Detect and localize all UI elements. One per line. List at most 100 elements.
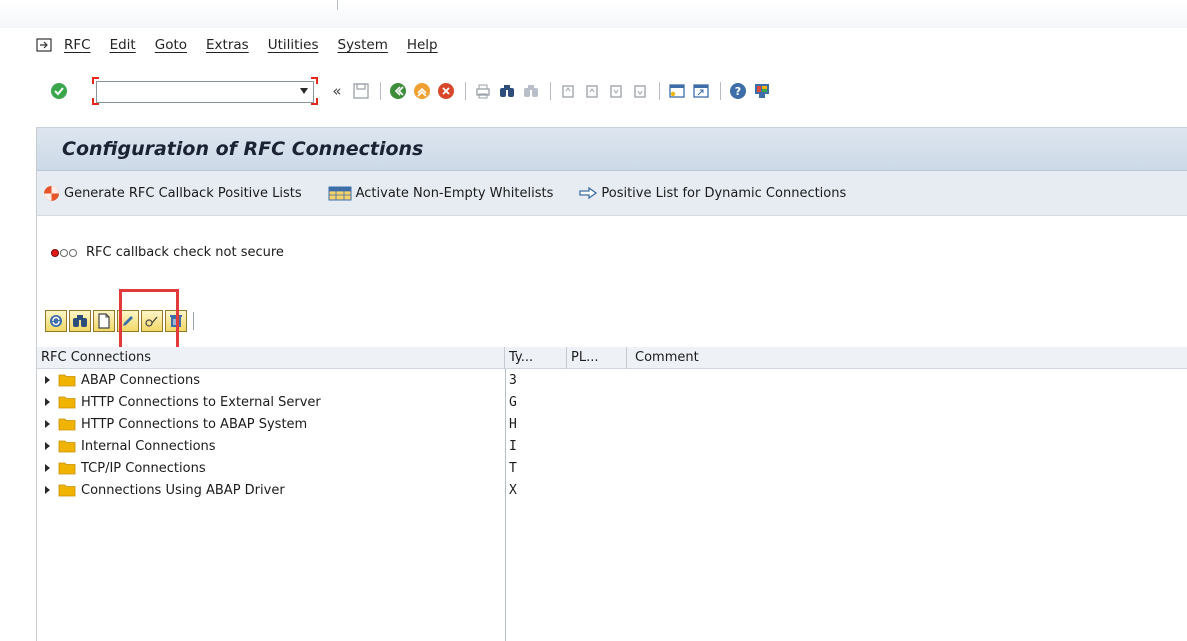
create-button[interactable] [93,310,115,332]
window-top-strip [0,0,1187,28]
find-icon[interactable] [496,80,518,102]
toolbar-separator [380,82,381,100]
toolbar-separator [550,82,551,100]
connection-type: T [509,460,517,476]
activate-whitelists-label: Activate Non-Empty Whitelists [355,185,554,201]
back-icon[interactable] [387,80,409,102]
connection-type: G [509,394,517,410]
tree-row[interactable]: ABAP Connections 3 [37,369,1187,391]
edit-button[interactable] [117,310,139,332]
generate-callback-lists-label: Generate RFC Callback Positive Lists [64,185,302,201]
generate-callback-lists-button[interactable]: Generate RFC Callback Positive Lists [43,185,302,202]
menu-bar: RFC Edit Goto Extras Utilities System He… [0,28,1187,62]
find-button[interactable] [69,310,91,332]
tree-row[interactable]: Internal Connections I [37,435,1187,457]
tree-node[interactable]: HTTP Connections to ABAP System [37,417,505,432]
tree-row[interactable]: HTTP Connections to ABAP System H [37,413,1187,435]
tree-node-label: TCP/IP Connections [81,460,206,476]
print-icon[interactable] [472,80,494,102]
tree-node[interactable]: ABAP Connections [37,373,505,388]
connection-type: H [509,416,517,432]
command-field-wrapper [92,77,318,105]
expand-caret-icon[interactable] [45,420,50,428]
generate-icon [43,185,60,202]
system-toolbar: « ? [0,72,1187,110]
title-bar: Configuration of RFC Connections [37,127,1187,171]
next-page-icon[interactable] [605,80,627,102]
arrow-right-icon [579,186,598,200]
menu-utilities[interactable]: Utilities [268,37,319,53]
menu-expand-icon[interactable] [36,38,52,52]
status-text: RFC callback check not secure [86,245,284,260]
folder-icon [58,417,76,431]
toolbar-separator [193,312,194,330]
tree-node[interactable]: HTTP Connections to External Server [37,395,505,410]
application-toolbar: Generate RFC Callback Positive Lists Act… [37,171,1187,216]
menu-edit[interactable]: Edit [110,37,136,53]
column-header-pl[interactable]: PL... [567,346,627,369]
collapse-toolbar-icon[interactable]: « [326,80,348,102]
column-header-type[interactable]: Ty... [505,346,567,369]
tree-node-label: Connections Using ABAP Driver [81,482,285,498]
expand-caret-icon[interactable] [45,398,50,406]
refresh-icon [50,315,62,327]
expand-caret-icon[interactable] [45,442,50,450]
tree-toolbar [45,310,194,332]
menu-extras[interactable]: Extras [206,37,249,53]
binoculars-icon [73,315,87,327]
column-header-rfc-connections[interactable]: RFC Connections [37,346,505,369]
security-status: RFC callback check not secure [51,245,284,260]
red-light [51,248,59,257]
save-icon[interactable] [350,80,372,102]
tree-row[interactable]: Connections Using ABAP Driver X [37,479,1187,501]
new-session-icon[interactable] [666,80,688,102]
exit-icon[interactable] [411,80,433,102]
previous-page-icon[interactable] [581,80,603,102]
tree-body: ABAP Connections 3 HTTP Connections to E… [37,369,1187,641]
activate-icon [328,185,352,202]
shortcut-icon[interactable] [690,80,712,102]
tree-node[interactable]: TCP/IP Connections [37,461,505,476]
enter-icon[interactable] [50,82,68,100]
tree-row[interactable]: HTTP Connections to External Server G [37,391,1187,413]
tree-node[interactable]: Connections Using ABAP Driver [37,483,505,498]
customize-layout-icon[interactable] [751,80,773,102]
menu-rfc[interactable]: RFC [64,37,91,53]
delete-button[interactable] [165,310,187,332]
tree-header: RFC Connections Ty... PL... Comment [37,346,1187,369]
chevron-down-icon[interactable] [300,88,308,94]
toolbar-separator [720,82,721,100]
menu-system[interactable]: System [338,37,388,53]
command-field[interactable] [96,81,314,103]
new-document-icon [98,313,110,329]
toolbar-separator [659,82,660,100]
positive-list-dynamic-button[interactable]: Positive List for Dynamic Connections [579,186,846,201]
menu-help[interactable]: Help [407,37,438,53]
tree-node-label: ABAP Connections [81,372,201,388]
folder-icon [58,439,76,453]
last-page-icon[interactable] [629,80,651,102]
trash-icon [170,315,182,327]
activate-whitelists-button[interactable]: Activate Non-Empty Whitelists [328,185,554,202]
folder-icon [58,373,76,387]
first-page-icon[interactable] [557,80,579,102]
connection-type: X [509,482,517,498]
column-header-comment[interactable]: Comment [627,347,1187,369]
display-change-button[interactable] [141,310,163,332]
find-next-icon[interactable] [520,80,542,102]
refresh-button[interactable] [45,310,67,332]
help-icon[interactable]: ? [727,80,749,102]
expand-caret-icon[interactable] [45,464,50,472]
tree-node-label: HTTP Connections to ABAP System [81,416,308,432]
menu-goto[interactable]: Goto [155,37,187,53]
pencil-icon [123,316,133,326]
column-divider [505,369,506,641]
expand-caret-icon[interactable] [45,376,50,384]
tree-row[interactable]: TCP/IP Connections T [37,457,1187,479]
tree-node-label: HTTP Connections to External Server [81,394,321,410]
tree-node[interactable]: Internal Connections [37,439,505,454]
expand-caret-icon[interactable] [45,486,50,494]
glasses-pencil-icon [145,316,158,327]
toolbar-separator [465,82,466,100]
cancel-icon[interactable] [435,80,457,102]
